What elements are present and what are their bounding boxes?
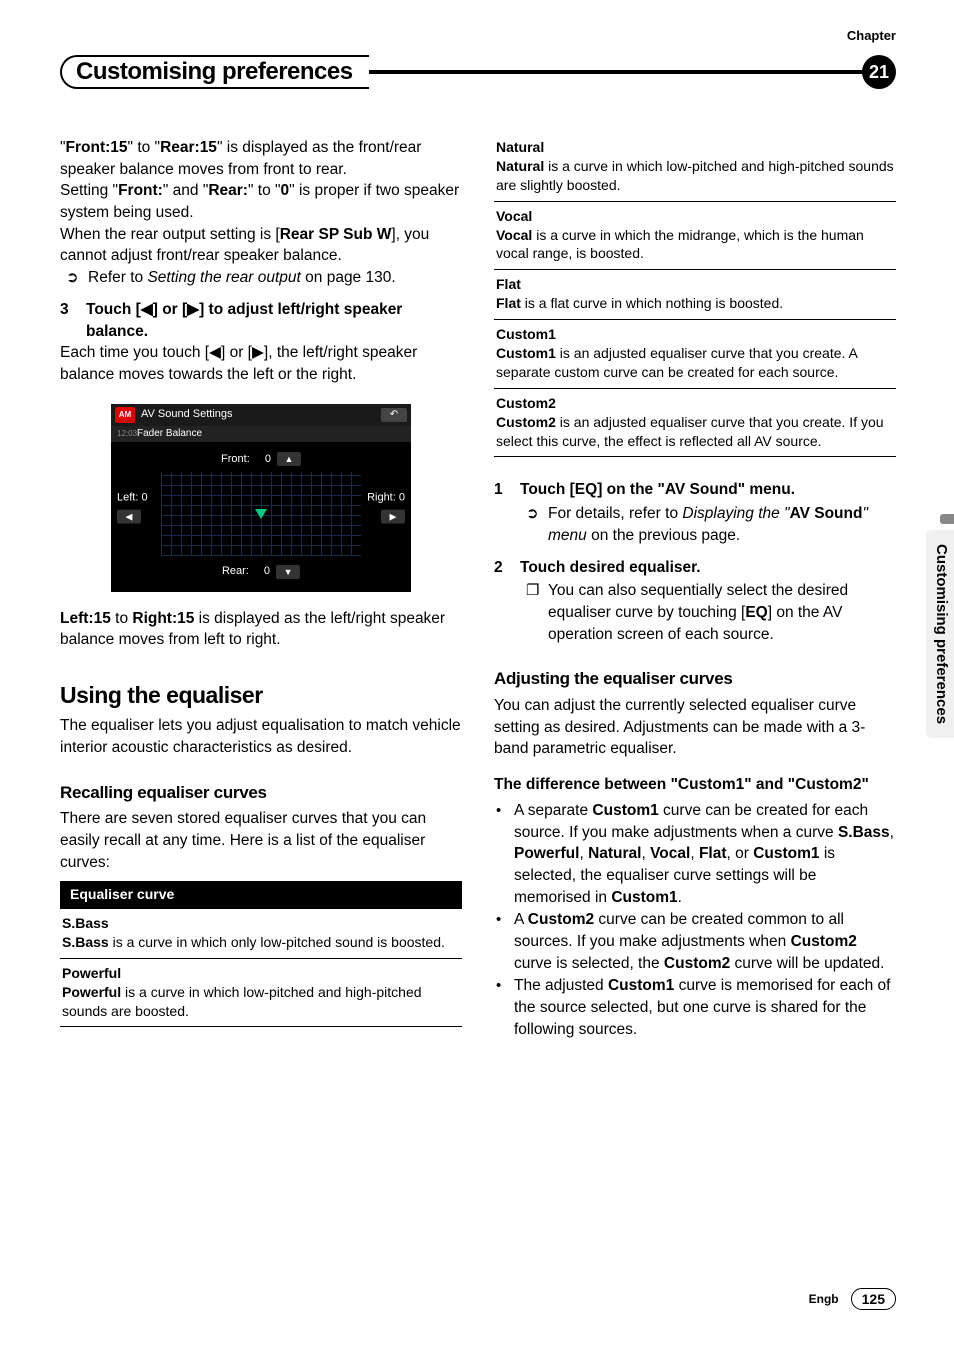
- step-3: 3 Touch [◀] or [▶] to adjust left/right …: [60, 299, 462, 342]
- side-accent: [940, 514, 954, 524]
- heading-custom-difference: The difference between "Custom1" and "Cu…: [494, 774, 896, 796]
- table-header: Equaliser curve: [60, 881, 462, 909]
- step-note: You can also sequentially select the des…: [548, 580, 896, 645]
- page-title: Customising preferences: [60, 55, 369, 89]
- step-heading: Touch desired equaliser.: [520, 557, 896, 579]
- step-note: For details, refer to Displaying the "AV…: [548, 503, 896, 546]
- step-2: 2 Touch desired equaliser. ❐ You can als…: [494, 557, 896, 646]
- heading-using-equaliser: Using the equaliser: [60, 679, 462, 711]
- table-row: NaturalNatural is a curve in which low-p…: [494, 133, 896, 202]
- paragraph: Left:15 to Right:15 is displayed as the …: [60, 608, 462, 651]
- list-item: The adjusted Custom1 curve is memorised …: [494, 975, 896, 1040]
- heading-recalling-curves: Recalling equaliser curves: [60, 781, 462, 805]
- paragraph: When the rear output setting is [Rear SP…: [60, 224, 462, 267]
- left-column: "Front:15" to "Rear:15" is displayed as …: [60, 137, 462, 1041]
- ss-title: AV Sound Settings: [141, 407, 233, 422]
- bullet-list: A separate Custom1 curve can be created …: [494, 800, 896, 1041]
- note-icon: ❐: [520, 580, 548, 645]
- table-row: S.BassS.Bass is a curve in which only lo…: [60, 909, 462, 959]
- back-icon[interactable]: ↶: [381, 408, 407, 422]
- fader-balance-screenshot: AM AV Sound Settings ↶ 12:03 Fader Balan…: [111, 404, 411, 592]
- table-rows-right: NaturalNatural is a curve in which low-p…: [494, 133, 896, 457]
- balance-indicator[interactable]: [255, 509, 267, 519]
- paragraph: There are seven stored equaliser curves …: [60, 808, 462, 873]
- paragraph: "Front:15" to "Rear:15" is displayed as …: [60, 137, 462, 180]
- table-row: VocalVocal is a curve in which the midra…: [494, 202, 896, 271]
- side-tab: Customising preferences: [926, 530, 954, 738]
- ss-time: 12:03: [117, 428, 137, 439]
- ss-subtitle: Fader Balance: [137, 427, 202, 441]
- title-bar: Customising preferences 21: [60, 55, 896, 89]
- footer-language: Engb: [809, 1292, 839, 1306]
- footer: Engb 125: [809, 1288, 896, 1310]
- paragraph: You can adjust the currently selected eq…: [494, 695, 896, 760]
- table-rows-left: S.BassS.Bass is a curve in which only lo…: [60, 909, 462, 1027]
- table-row: Custom2Custom2 is an adjusted equaliser …: [494, 389, 896, 458]
- paragraph: Setting "Front:" and "Rear:" to "0" is p…: [60, 180, 462, 223]
- chapter-number-badge: 21: [862, 55, 896, 89]
- left-button[interactable]: ◀: [117, 510, 141, 524]
- link-icon: ➲: [520, 503, 548, 546]
- step-heading: Touch [◀] or [▶] to adjust left/right sp…: [86, 299, 462, 342]
- reference-bullet: ➲ Refer to Setting the rear output on pa…: [60, 267, 462, 289]
- table-row: Custom1Custom1 is an adjusted equaliser …: [494, 320, 896, 389]
- table-row: FlatFlat is a flat curve in which nothin…: [494, 270, 896, 320]
- down-button[interactable]: ▼: [276, 565, 300, 579]
- up-button[interactable]: ▲: [277, 452, 301, 466]
- am-icon: AM: [115, 407, 135, 423]
- chapter-label: Chapter: [847, 28, 896, 43]
- right-column: NaturalNatural is a curve in which low-p…: [494, 137, 896, 1041]
- table-row: PowerfulPowerful is a curve in which low…: [60, 959, 462, 1028]
- list-item: A separate Custom1 curve can be created …: [494, 800, 896, 908]
- step-1: 1 Touch [EQ] on the "AV Sound" menu. ➲ F…: [494, 479, 896, 546]
- list-item: A Custom2 curve can be created common to…: [494, 909, 896, 974]
- footer-page-number: 125: [851, 1288, 896, 1310]
- paragraph: Each time you touch [◀] or [▶], the left…: [60, 342, 462, 385]
- paragraph: The equaliser lets you adjust equalisati…: [60, 715, 462, 758]
- right-button[interactable]: ▶: [381, 510, 405, 524]
- link-icon: ➲: [60, 267, 88, 289]
- step-heading: Touch [EQ] on the "AV Sound" menu.: [520, 479, 896, 501]
- heading-adjusting-curves: Adjusting the equaliser curves: [494, 667, 896, 691]
